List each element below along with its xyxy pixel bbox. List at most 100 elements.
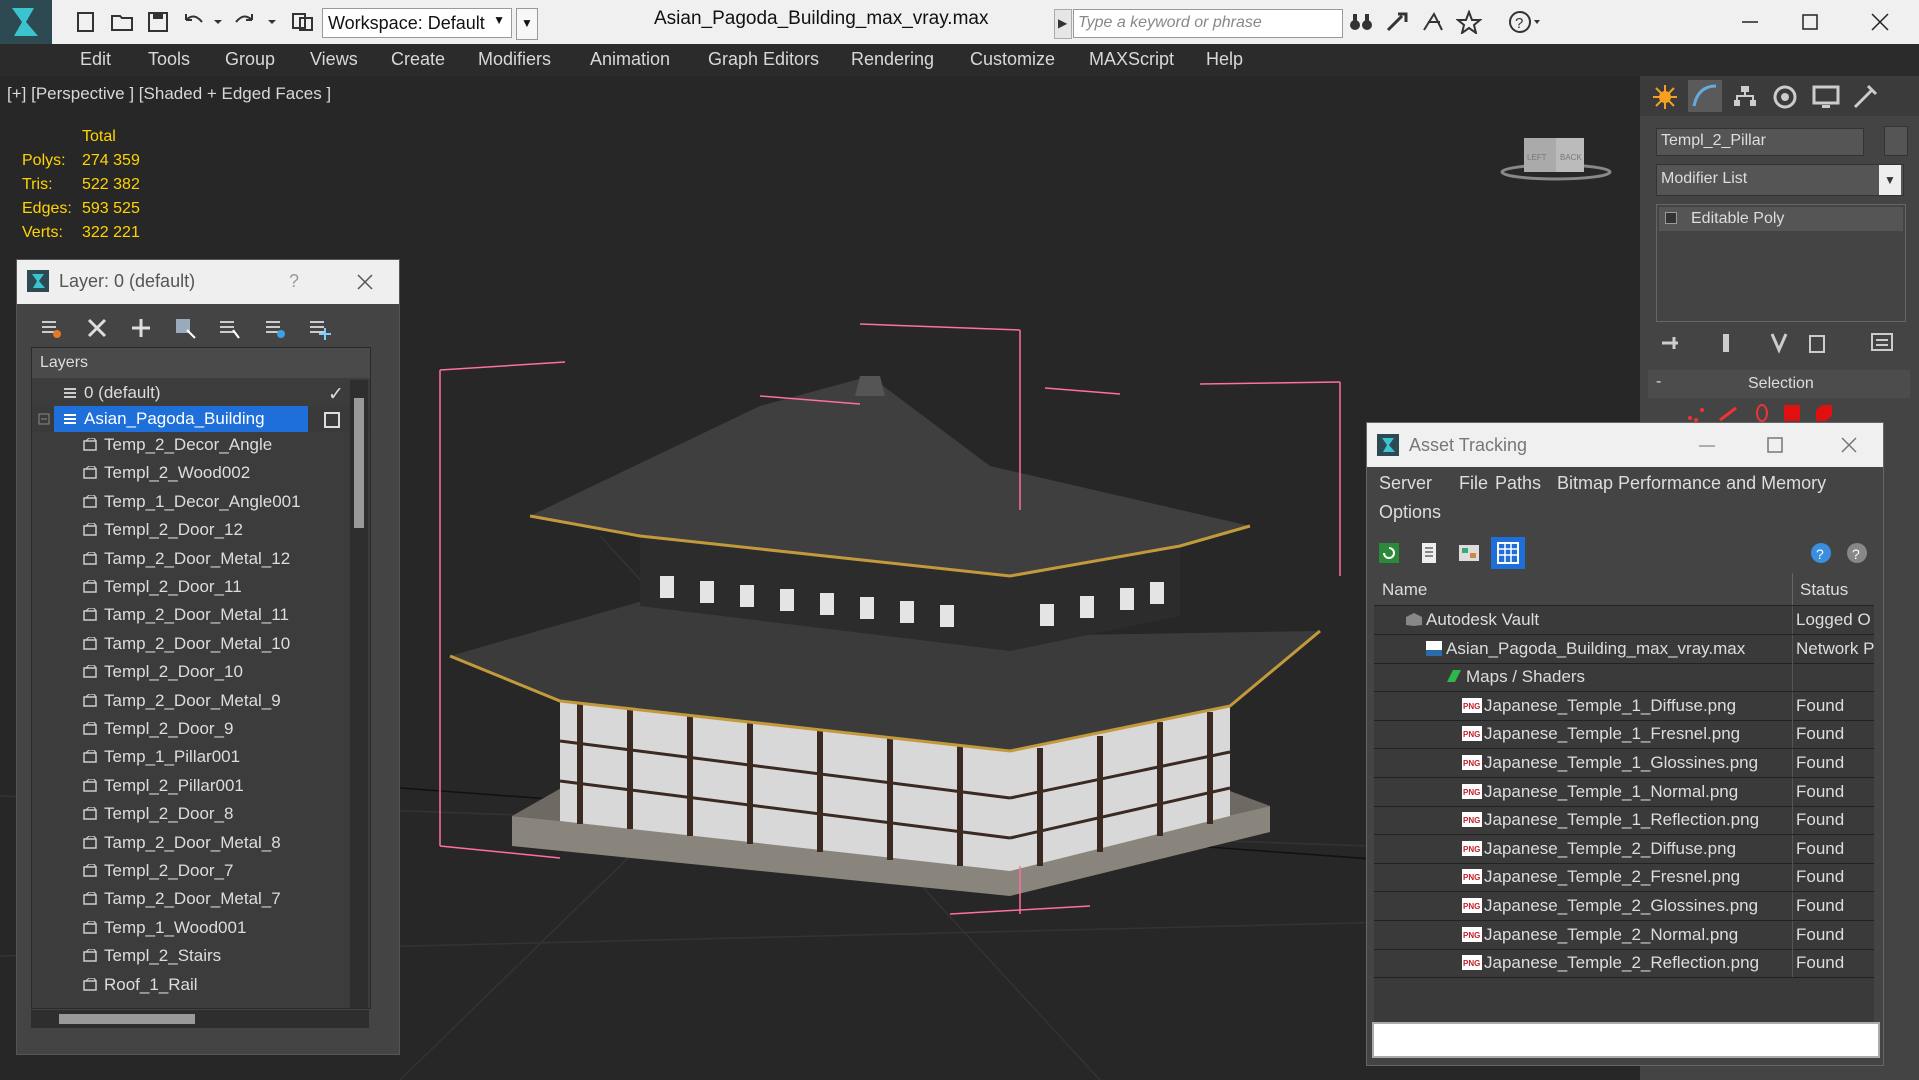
asset-menu-bitmap-performance[interactable]: Bitmap Performance and Memory: [1557, 473, 1826, 494]
asset-row[interactable]: PNG Japanese_Temple_2_Reflection.png Found: [1374, 949, 1874, 979]
minimize-icon[interactable]: [1697, 436, 1717, 456]
column-divider[interactable]: [1792, 573, 1793, 605]
hierarchy-tab-icon[interactable]: [1732, 84, 1758, 110]
add-to-layer-icon[interactable]: [129, 316, 153, 340]
asset-row[interactable]: PNG Japanese_Temple_2_Normal.png Found: [1374, 920, 1874, 950]
maximize-icon[interactable]: [1798, 10, 1824, 34]
asset-row[interactable]: Autodesk Vault Logged O: [1374, 606, 1874, 635]
layer-object-row[interactable]: Temp_1_Wood001: [32, 915, 370, 941]
hide-all-layers-icon[interactable]: [263, 316, 287, 340]
subscription-icon[interactable]: [1384, 10, 1410, 34]
layer-object-row[interactable]: Tamp_2_Door_Metal_10: [32, 631, 370, 657]
edge-mode-icon[interactable]: [1716, 402, 1740, 424]
column-header-name[interactable]: Name: [1382, 580, 1427, 600]
layer-list-hscroll[interactable]: [31, 1010, 369, 1028]
create-tab-icon[interactable]: [1652, 84, 1678, 110]
highlight-selected-icon[interactable]: [217, 316, 241, 340]
menu-edit[interactable]: Edit: [80, 49, 111, 70]
undo-icon[interactable]: [180, 10, 206, 34]
layer-row-default[interactable]: 0 (default) ✓: [32, 380, 370, 406]
menu-views[interactable]: Views: [310, 49, 358, 70]
collapse-icon[interactable]: [38, 412, 54, 426]
menu-customize[interactable]: Customize: [970, 49, 1055, 70]
layer-object-row[interactable]: Temp_1_Decor_Angle001: [32, 489, 370, 515]
close-icon[interactable]: [1868, 10, 1894, 34]
pin-stack-icon[interactable]: [1660, 332, 1686, 354]
set-current-layer-box[interactable]: [324, 412, 340, 428]
layer-dialog-titlebar[interactable]: Layer: 0 (default) ?: [17, 260, 399, 304]
vertex-mode-icon[interactable]: [1684, 402, 1708, 424]
configure-sets-icon[interactable]: [1870, 332, 1896, 354]
current-layer-check-icon[interactable]: ✓: [328, 383, 344, 406]
menu-graph-editors[interactable]: Graph Editors: [708, 49, 819, 70]
selection-rollout-header[interactable]: - Selection: [1648, 370, 1910, 398]
refresh-icon[interactable]: [1377, 541, 1401, 565]
asset-row[interactable]: PNG Japanese_Temple_1_Normal.png Found: [1374, 777, 1874, 807]
workspace-select[interactable]: Workspace: Default ▼: [322, 8, 512, 38]
layer-object-row[interactable]: Templ_2_Door_9: [32, 716, 370, 742]
table-view-icon[interactable]: [1491, 537, 1525, 569]
asset-menu-file[interactable]: File: [1459, 473, 1488, 494]
layer-object-row[interactable]: Templ_2_Door_12: [32, 517, 370, 543]
asset-row[interactable]: PNG Japanese_Temple_1_Reflection.png Found: [1374, 806, 1874, 836]
close-icon[interactable]: [1839, 435, 1859, 455]
favorites-star-icon[interactable]: [1456, 10, 1482, 34]
motion-tab-icon[interactable]: [1772, 84, 1798, 110]
layer-object-row[interactable]: Templ_2_Wood002: [32, 460, 370, 486]
layer-object-row[interactable]: Temp_2_Decor_Angle: [32, 432, 370, 458]
project-folder-icon[interactable]: [290, 10, 316, 34]
hscroll-thumb[interactable]: [59, 1014, 195, 1024]
layer-list-vscroll[interactable]: [350, 380, 368, 1008]
asset-row[interactable]: PNG Japanese_Temple_1_Fresnel.png Found: [1374, 720, 1874, 750]
layer-object-row[interactable]: Tamp_2_Door_Metal_11: [32, 602, 370, 628]
app-logo-icon[interactable]: [0, 0, 52, 44]
make-unique-icon[interactable]: [1768, 332, 1790, 354]
asset-row[interactable]: Maps / Shaders: [1374, 663, 1874, 693]
layer-object-row[interactable]: Templ_2_Door_8: [32, 801, 370, 827]
freeze-all-layers-icon[interactable]: [307, 316, 331, 340]
asset-row[interactable]: PNG Japanese_Temple_1_Diffuse.png Found: [1374, 691, 1874, 721]
modifier-list-dropdown[interactable]: Modifier List ▼: [1656, 164, 1904, 196]
new-layer-icon[interactable]: [39, 316, 63, 340]
asset-row[interactable]: Asian_Pagoda_Building_max_vray.max Networ…: [1374, 634, 1874, 664]
asset-menu-options[interactable]: Options: [1379, 502, 1441, 523]
vault-help-icon[interactable]: ?: [1809, 541, 1835, 565]
utilities-tab-icon[interactable]: [1852, 84, 1878, 110]
asset-menu-paths[interactable]: Paths: [1495, 473, 1541, 494]
tree-view-icon[interactable]: [1457, 541, 1481, 565]
menu-help[interactable]: Help: [1206, 49, 1243, 70]
binoculars-icon[interactable]: [1348, 10, 1374, 34]
menu-animation[interactable]: Animation: [590, 49, 670, 70]
asset-row[interactable]: PNG Japanese_Temple_2_Glossines.png Found: [1374, 892, 1874, 921]
polygon-mode-icon[interactable]: [1780, 402, 1804, 424]
open-file-icon[interactable]: [110, 10, 136, 34]
asset-tracking-titlebar[interactable]: Asset Tracking: [1367, 423, 1883, 467]
menu-modifiers[interactable]: Modifiers: [478, 49, 551, 70]
asset-row[interactable]: PNG Japanese_Temple_2_Diffuse.png Found: [1374, 834, 1874, 864]
undo-dropdown-icon[interactable]: [212, 10, 224, 34]
show-end-result-icon[interactable]: [1716, 332, 1736, 354]
list-view-icon[interactable]: [1417, 541, 1441, 565]
layer-object-row[interactable]: Tamp_2_Door_Metal_12: [32, 546, 370, 572]
layer-object-row[interactable]: Templ_2_Stairs: [32, 943, 370, 969]
menu-create[interactable]: Create: [391, 49, 445, 70]
layer-object-row[interactable]: Tamp_2_Door_Metal_8: [32, 830, 370, 856]
maximize-icon[interactable]: [1765, 435, 1785, 455]
layer-object-row[interactable]: Templ_2_Door_7: [32, 858, 370, 884]
layer-object-row[interactable]: Templ_2_Door_11: [32, 574, 370, 600]
vault-settings-icon[interactable]: ?: [1845, 541, 1871, 565]
new-file-icon[interactable]: [74, 10, 100, 34]
menu-maxscript[interactable]: MAXScript: [1089, 49, 1174, 70]
element-mode-icon[interactable]: [1812, 402, 1836, 424]
save-file-icon[interactable]: [146, 10, 172, 34]
asset-path-input[interactable]: [1372, 1022, 1880, 1058]
object-color-swatch[interactable]: [1884, 126, 1908, 156]
menu-tools[interactable]: Tools: [148, 49, 190, 70]
asset-row[interactable]: PNG Japanese_Temple_1_Glossines.png Found: [1374, 749, 1874, 778]
layer-object-row[interactable]: Tamp_2_Door_Metal_7: [32, 886, 370, 912]
remove-modifier-icon[interactable]: [1806, 332, 1828, 354]
close-icon[interactable]: [355, 272, 375, 292]
delete-layer-icon[interactable]: [85, 316, 109, 340]
display-tab-icon[interactable]: [1812, 84, 1840, 110]
workspace-menu-button[interactable]: ▼: [516, 8, 538, 40]
